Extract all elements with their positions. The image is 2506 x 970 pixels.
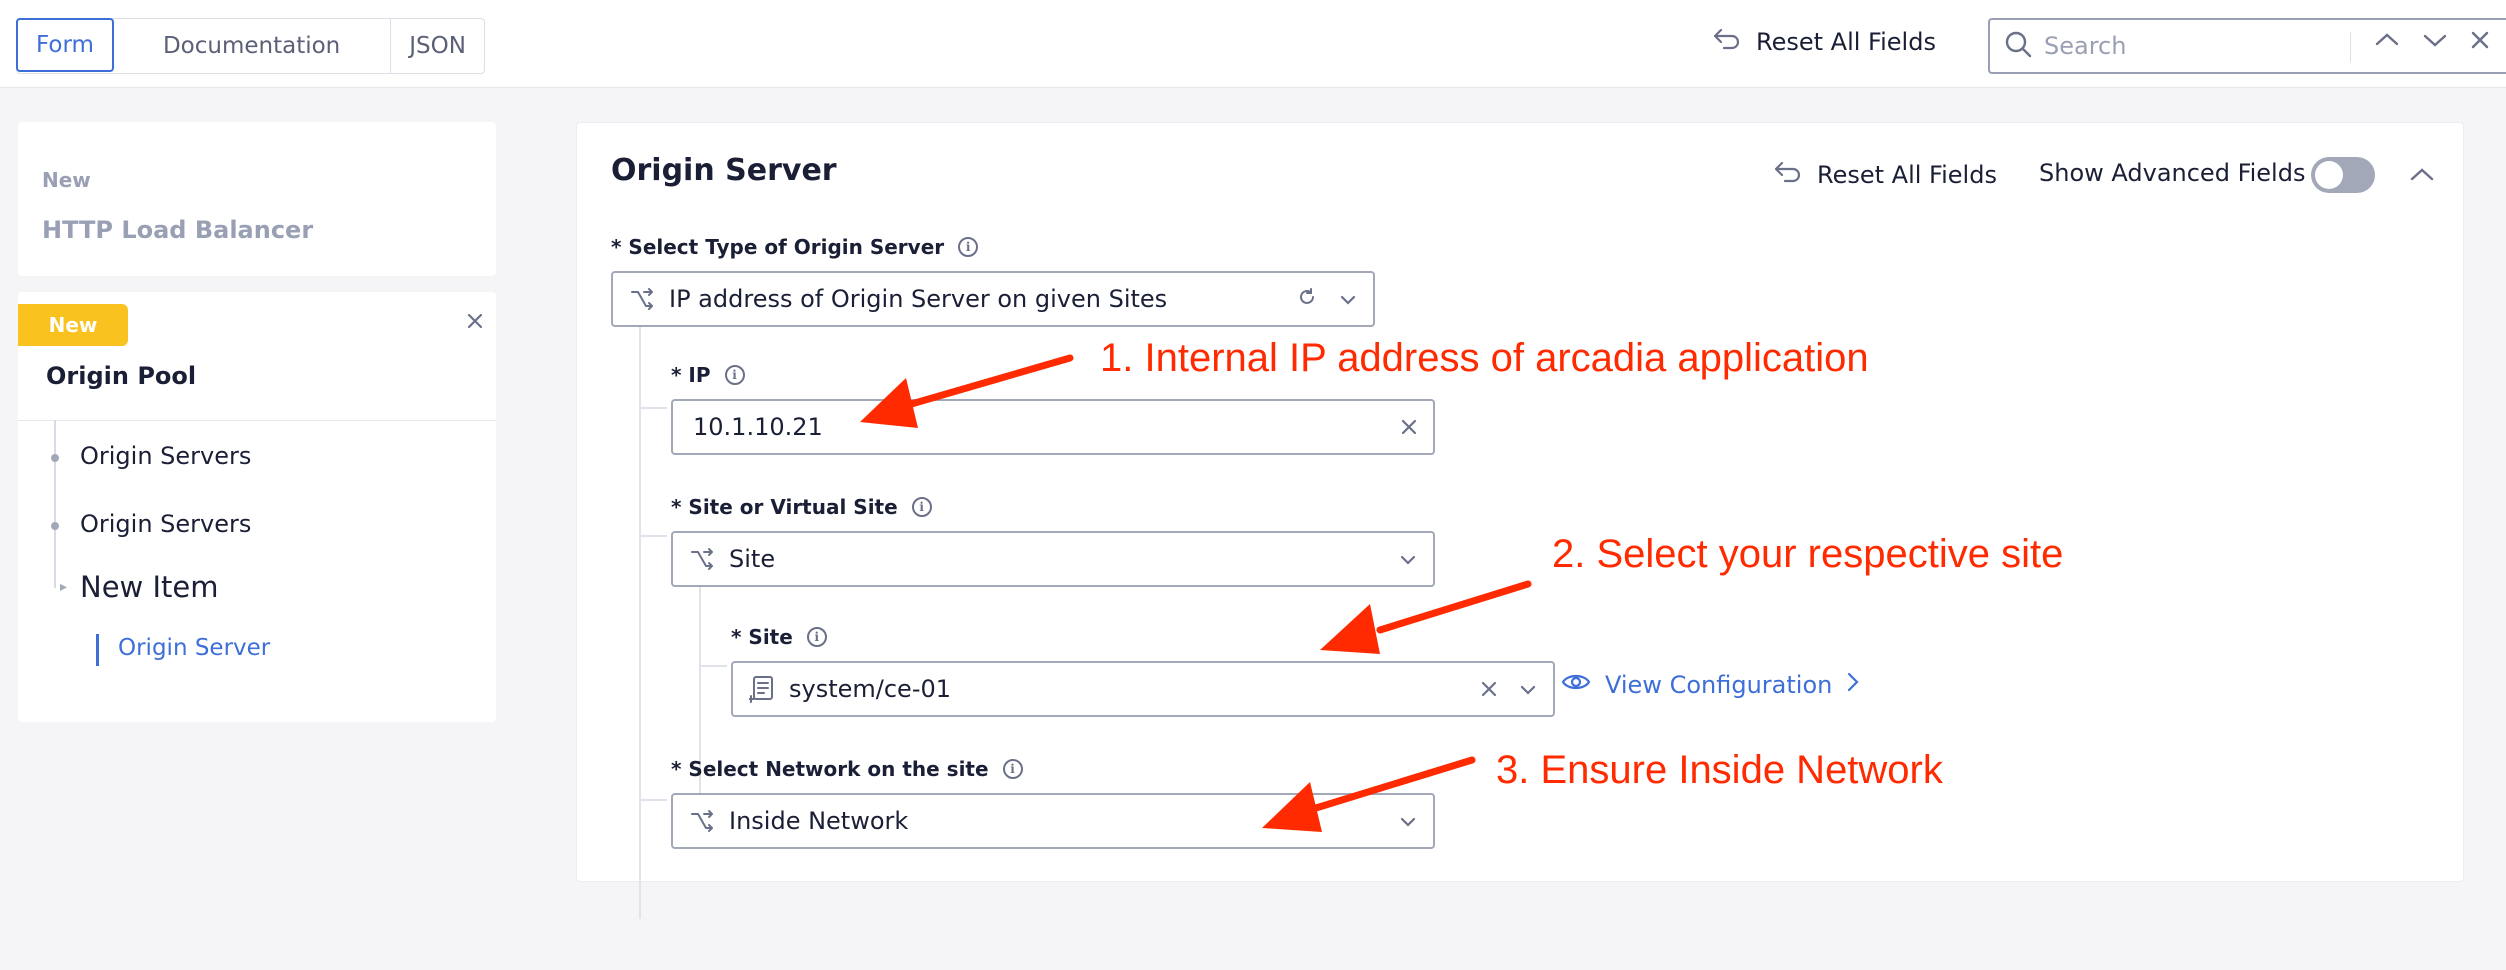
- tree-connector: [639, 535, 667, 537]
- ip-label: * IP i: [671, 363, 745, 387]
- top-reset-label: Reset All Fields: [1756, 28, 1936, 56]
- chevron-right-icon: [1846, 671, 1860, 699]
- chevron-down-icon[interactable]: [1519, 675, 1537, 703]
- new-badge: New: [18, 304, 128, 346]
- site-label-text: * Site: [731, 625, 793, 649]
- site-or-virtual-value: Site: [729, 545, 776, 573]
- site-or-virtual-label: * Site or Virtual Site i: [671, 495, 932, 519]
- close-icon[interactable]: [466, 312, 484, 334]
- info-icon[interactable]: i: [958, 237, 979, 257]
- top-reset-all-fields-button[interactable]: Reset All Fields: [1712, 26, 1936, 58]
- site-select[interactable]: system/ce-01: [731, 661, 1555, 717]
- tree-line: [54, 420, 56, 588]
- network-value: Inside Network: [729, 807, 909, 835]
- new-label: New: [42, 168, 91, 192]
- tree-dot: [51, 454, 59, 462]
- advanced-fields-toggle[interactable]: [2311, 157, 2375, 193]
- sidebar-item-origin-servers-1[interactable]: Origin Servers: [80, 442, 251, 470]
- tab-documentation[interactable]: Documentation: [113, 19, 392, 73]
- network-select[interactable]: Inside Network: [671, 793, 1435, 849]
- http-load-balancer-title: HTTP Load Balancer: [42, 216, 314, 244]
- chevron-down-icon[interactable]: [1339, 285, 1357, 313]
- search-input[interactable]: [2044, 32, 2344, 60]
- chevron-up-icon[interactable]: [2409, 165, 2435, 189]
- tab-form[interactable]: Form: [16, 18, 114, 72]
- refresh-icon[interactable]: [1297, 285, 1317, 313]
- origin-type-label: * Select Type of Origin Server i: [611, 235, 979, 259]
- annotation-1: 1. Internal IP address of arcadia applic…: [1100, 336, 1869, 380]
- eye-icon: [1561, 671, 1591, 699]
- divider: [18, 420, 496, 421]
- view-configuration-label: View Configuration: [1605, 671, 1833, 699]
- chevron-up-icon[interactable]: [2374, 30, 2400, 54]
- site-label: * Site i: [731, 625, 827, 649]
- site-or-virtual-select[interactable]: Site: [671, 531, 1435, 587]
- network-label: * Select Network on the site i: [671, 757, 1023, 781]
- undo-icon: [1712, 26, 1742, 58]
- tree-dot: [51, 522, 59, 530]
- tab-json[interactable]: JSON: [391, 19, 484, 73]
- search-divider: [2350, 32, 2351, 62]
- undo-icon: [1773, 159, 1803, 191]
- toggle-knob: [2315, 161, 2343, 189]
- info-icon[interactable]: i: [724, 365, 745, 385]
- chevron-down-icon[interactable]: [1399, 807, 1417, 835]
- branch-icon: [629, 286, 655, 312]
- clear-icon[interactable]: [1481, 675, 1497, 703]
- search-icon: [2004, 30, 2032, 62]
- network-label-text: * Select Network on the site: [671, 757, 989, 781]
- annotation-3: 3. Ensure Inside Network: [1496, 748, 1943, 792]
- sidebar-item-origin-server[interactable]: Origin Server: [118, 635, 270, 661]
- origin-type-select[interactable]: IP address of Origin Server on given Sit…: [611, 271, 1375, 327]
- sidebar-item-new-item[interactable]: New Item: [80, 570, 219, 604]
- tree-connector: [699, 665, 727, 667]
- branch-icon: [689, 808, 715, 834]
- breadcrumb-card-origin-pool: New Origin Pool Origin Servers Origin Se…: [18, 292, 496, 722]
- page-title: Origin Server: [611, 153, 837, 188]
- site-or-virtual-label-text: * Site or Virtual Site: [671, 495, 898, 519]
- info-icon[interactable]: i: [1002, 759, 1023, 779]
- search-bar: [1988, 18, 2506, 74]
- document-icon: [749, 674, 775, 704]
- search-nav: [2374, 30, 2490, 54]
- view-configuration-link[interactable]: View Configuration: [1561, 671, 1860, 699]
- tree-connector: [639, 407, 667, 409]
- branch-icon: [689, 546, 715, 572]
- chevron-down-icon[interactable]: [1399, 545, 1417, 573]
- sidebar-item-origin-servers-2[interactable]: Origin Servers: [80, 510, 251, 538]
- reset-all-fields-button[interactable]: Reset All Fields: [1773, 159, 1997, 191]
- selected-indicator: [96, 634, 99, 666]
- top-bar: Form Documentation JSON Reset All Fields: [0, 0, 2506, 88]
- info-icon[interactable]: i: [806, 627, 827, 647]
- ip-label-text: * IP: [671, 363, 711, 387]
- ip-input[interactable]: 10.1.10.21: [671, 399, 1435, 455]
- tree-connector: [639, 799, 667, 801]
- breadcrumb-card-load-balancer[interactable]: New HTTP Load Balancer: [18, 122, 496, 276]
- caret-right-icon: ▸: [60, 579, 68, 595]
- annotation-2: 2. Select your respective site: [1552, 532, 2064, 576]
- view-tabs: Form Documentation JSON: [16, 18, 485, 74]
- info-icon[interactable]: i: [911, 497, 932, 517]
- show-advanced-fields-label: Show Advanced Fields: [2039, 159, 2306, 187]
- origin-type-label-text: * Select Type of Origin Server: [611, 235, 945, 259]
- tree-connector: [639, 327, 641, 919]
- origin-pool-title: Origin Pool: [46, 362, 197, 390]
- clear-icon[interactable]: [1401, 413, 1417, 441]
- origin-type-value: IP address of Origin Server on given Sit…: [669, 285, 1168, 313]
- reset-label: Reset All Fields: [1817, 161, 1997, 189]
- close-icon[interactable]: [2470, 30, 2490, 54]
- chevron-down-icon[interactable]: [2422, 30, 2448, 54]
- ip-value: 10.1.10.21: [693, 413, 823, 441]
- site-value: system/ce-01: [789, 675, 952, 703]
